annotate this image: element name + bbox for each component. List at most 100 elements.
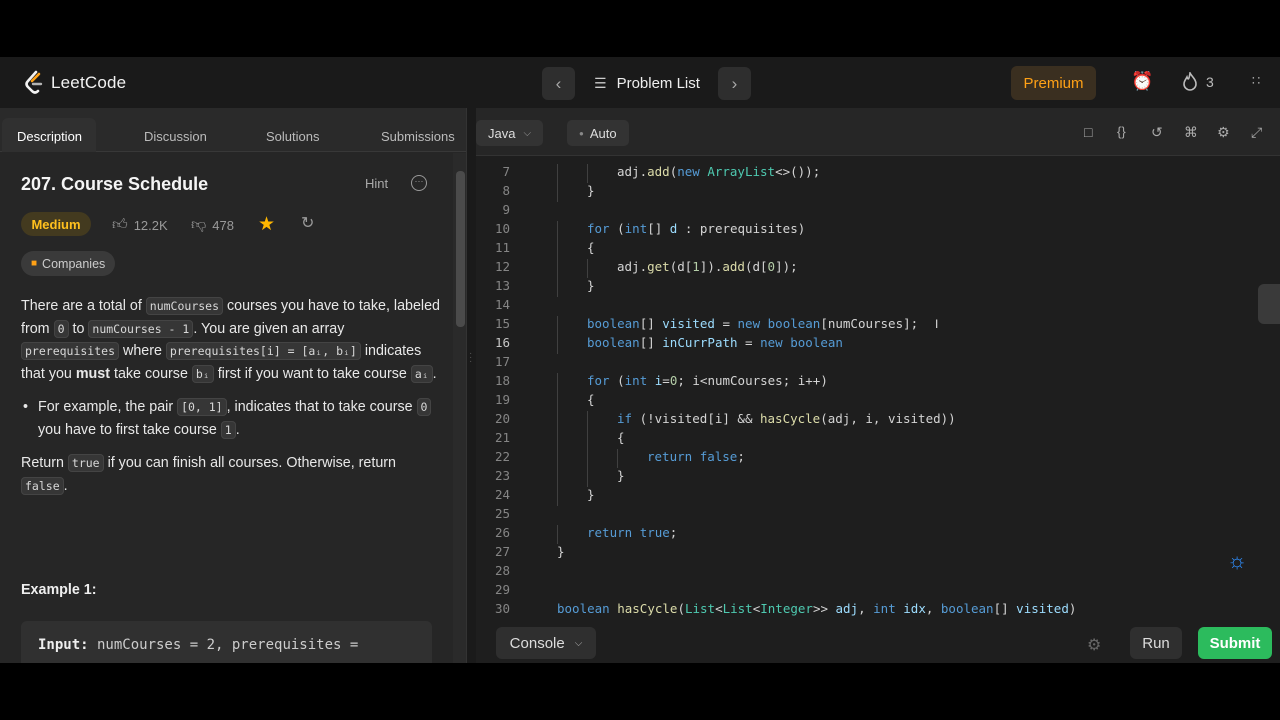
prev-problem-button[interactable]: ‹ (542, 67, 575, 100)
code-line[interactable]: 15 boolean[] visited = new boolean[numCou… (476, 316, 1280, 335)
text: where (119, 343, 166, 359)
code-line[interactable]: 17 (476, 354, 1280, 373)
hint-button[interactable]: Hint (365, 176, 388, 191)
code-line[interactable]: 29 (476, 582, 1280, 601)
code-text: { (587, 392, 595, 407)
problem-list-button[interactable]: ☰ Problem List (594, 75, 700, 92)
inline-code: bᵢ (191, 364, 214, 383)
console-label: Console (509, 634, 565, 652)
problem-title[interactable]: 207. Course Schedule (21, 174, 208, 195)
indent-guide (557, 259, 558, 278)
code-text: if (!visited[i] && hasCycle(adj, i, visi… (617, 411, 956, 426)
submit-button[interactable]: Submit (1198, 627, 1272, 659)
premium-button[interactable]: Premium (1011, 66, 1096, 100)
line-number: 17 (494, 354, 510, 369)
text: There are a total of (21, 298, 146, 314)
code-line[interactable]: 28 (476, 563, 1280, 582)
reset-icon[interactable]: ↺ (1151, 124, 1163, 141)
language-value: Java (488, 125, 516, 141)
alarm-clock-icon[interactable]: ⏰ (1131, 71, 1153, 92)
code-line[interactable]: 27} (476, 544, 1280, 563)
inline-code: 0 (53, 319, 69, 338)
indent-guide (557, 221, 558, 240)
line-number: 27 (494, 544, 510, 559)
code-line[interactable]: 23} (476, 468, 1280, 487)
list-icon: ☰ (594, 75, 607, 91)
code-line[interactable]: 20 if (!visited[i] && hasCycle(adj, i, vi… (476, 411, 1280, 430)
text-cursor-icon: I (935, 317, 939, 331)
code-line[interactable]: 8} (476, 183, 1280, 202)
code-line[interactable]: 25 (476, 506, 1280, 525)
side-panel-tab[interactable] (1258, 284, 1280, 324)
editor-toolbar: Java ⌵ ● Auto □ {} ↺ ⌘ ⚙ ⤢ (476, 108, 1280, 156)
indent-guide (557, 430, 558, 449)
apps-icon[interactable]: ∷ (1252, 73, 1260, 89)
streak-counter[interactable]: 3 (1182, 72, 1214, 91)
panel-splitter[interactable] (467, 108, 476, 663)
next-problem-button[interactable]: › (718, 67, 751, 100)
settings-gear-icon[interactable]: ⚙ (1217, 124, 1230, 141)
run-button[interactable]: Run (1130, 627, 1182, 659)
inline-code: numCourses (145, 297, 224, 315)
inline-code: false (21, 476, 64, 495)
code-text: boolean hasCycle(List<List<Integer>> adj… (557, 601, 1077, 616)
code-line[interactable]: 7 adj.add(new ArrayList<>()); (476, 164, 1280, 183)
chevron-left-icon: ‹ (555, 73, 562, 93)
language-select[interactable]: Java ⌵ (476, 120, 544, 146)
code-line[interactable]: 21 { (476, 430, 1280, 449)
companies-tag[interactable]: ■ Companies (21, 251, 116, 276)
text: first if you want to take course (213, 365, 411, 382)
drag-handle-icon[interactable]: · · · (469, 349, 472, 367)
code-line[interactable]: 19 { (476, 392, 1280, 411)
code-line[interactable]: 24} (476, 487, 1280, 506)
favorite-star-icon[interactable]: ★ (258, 213, 275, 236)
inline-code: numCourses - 1 (88, 319, 194, 338)
indent-guide (557, 525, 558, 544)
fullscreen-icon[interactable]: ⤢ (1251, 124, 1262, 141)
editor-bottom-bar: Console ⌵ ⚙ Run Submit (476, 619, 1280, 663)
tab-solutions[interactable]: Solutions (266, 129, 319, 156)
more-options-icon[interactable]: ··· (411, 175, 427, 191)
shortcuts-icon[interactable]: ⌘ (1184, 124, 1198, 141)
code-line[interactable]: 14 (476, 297, 1280, 316)
chat-assistant-icon[interactable]: ☼ (1227, 548, 1247, 574)
code-line[interactable]: 10 for (int[] d : prerequisites) (476, 221, 1280, 240)
code-line[interactable]: 16 boolean[] inCurrPath = new boolean (476, 335, 1280, 354)
code-line[interactable]: 22 return false; (476, 449, 1280, 468)
console-toggle-button[interactable]: Console ⌵ (496, 627, 596, 659)
tab-description[interactable]: Description (17, 129, 82, 156)
bookmark-icon[interactable]: □ (1084, 124, 1092, 140)
code-line[interactable]: 13} (476, 278, 1280, 297)
indent-guide (587, 430, 588, 449)
auto-mode-button[interactable]: ● Auto (567, 120, 629, 146)
companies-label: Companies (42, 256, 106, 271)
tab-submissions[interactable]: Submissions (381, 129, 455, 156)
code-line[interactable]: 12 adj.get(d[1]).add(d[0]); (476, 259, 1280, 278)
format-braces-icon[interactable]: {} (1117, 124, 1126, 139)
code-text: } (587, 487, 595, 502)
like-button[interactable]: 👍︎ 12.2K (112, 216, 168, 234)
inline-code: [0, 1] (177, 398, 227, 416)
code-line[interactable]: 18 for (int i=0; i<numCourses; i++) (476, 373, 1280, 392)
tab-discussion[interactable]: Discussion (144, 129, 207, 156)
description-scrollbar-thumb[interactable] (456, 171, 465, 327)
leetcode-app: LeetCode ‹ ☰ Problem List › Premium ⏰ 3 … (0, 57, 1280, 663)
code-line[interactable]: 11 { (476, 240, 1280, 259)
dislike-button[interactable]: 👎︎ 478 (191, 216, 234, 234)
line-number: 11 (494, 240, 510, 255)
code-line[interactable]: 30 boolean hasCycle(List<List<Integer>> a… (476, 601, 1280, 619)
lock-icon: ■ (31, 258, 38, 269)
code-line[interactable]: 26 return true; (476, 525, 1280, 544)
logo[interactable]: LeetCode (24, 70, 126, 95)
share-icon[interactable]: ↻ (301, 213, 314, 233)
code-editor[interactable]: 7 adj.add(new ArrayList<>()); 8} 9 10 for (in… (476, 157, 1280, 619)
text: . You are given an array (193, 320, 345, 337)
example-input-label: Input: (38, 637, 89, 653)
line-number: 24 (494, 487, 510, 502)
inline-code: prerequisites (21, 342, 120, 360)
debug-bug-icon[interactable]: ⚙ (1087, 635, 1101, 655)
code-text: } (587, 278, 595, 293)
description-panel: Description Discussion Solutions Submiss… (0, 108, 467, 663)
indent-guide (557, 335, 558, 354)
code-line[interactable]: 9 (476, 202, 1280, 221)
